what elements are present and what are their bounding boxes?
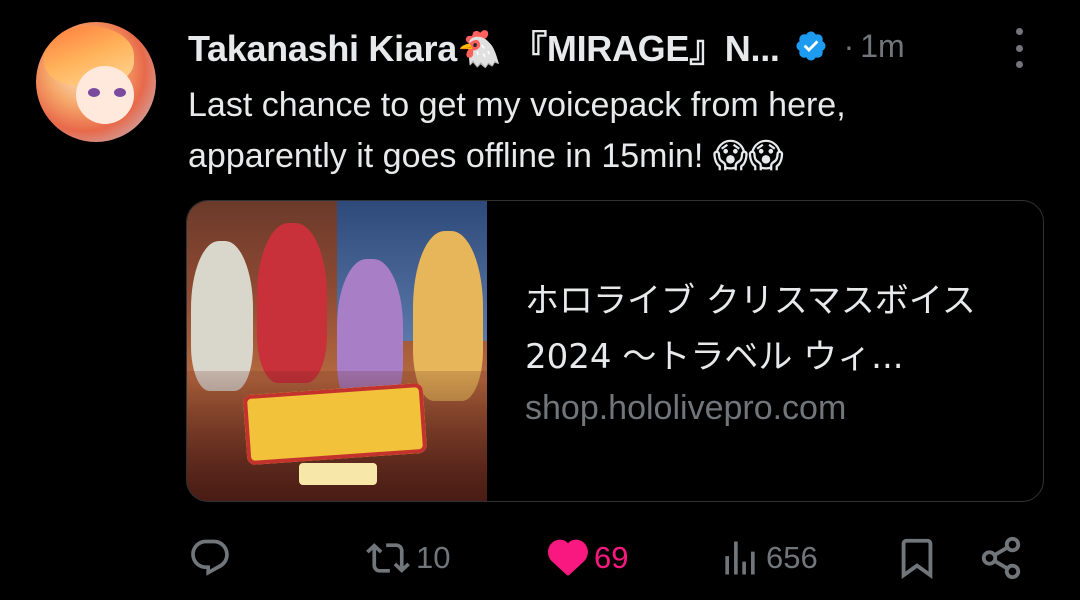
bookmark-button[interactable] [894,530,940,586]
share-icon [981,536,1021,580]
views-icon [725,541,755,575]
like-button[interactable]: 69 [546,530,628,586]
card-title: ホロライブ クリスマスボイス2024 〜トラベル ウィ... [525,281,976,377]
reply-icon [191,539,229,576]
avatar[interactable] [36,22,156,142]
card-thumbnail [187,201,487,501]
action-bar: 10 69 656 [0,530,1080,586]
link-card[interactable]: ホロライブ クリスマスボイス2024 〜トラベル ウィ... shop.holo… [186,200,1044,502]
tweet-text: Last chance to get my voicepack from her… [188,86,846,175]
card-info: ホロライブ クリスマスボイス2024 〜トラベル ウィ... shop.holo… [487,201,1043,501]
views-button[interactable]: 656 [718,530,818,586]
bookmark-icon [901,538,933,579]
author-display-name[interactable]: Takanashi Kiara🐔 『MIRAGE』N... [188,20,780,72]
tweet-header: Takanashi Kiara🐔 『MIRAGE』N... · 1m [188,22,905,70]
separator-dot: · [843,27,855,64]
retweet-button[interactable]: 10 [364,530,450,586]
views-count: 656 [766,540,818,575]
more-icon[interactable] [1006,28,1032,68]
like-icon [548,539,588,576]
reply-button[interactable] [188,530,236,586]
share-button[interactable] [978,530,1024,586]
timestamp[interactable]: 1m [860,28,904,65]
retweet-icon [366,543,410,573]
verified-badge-icon [796,31,826,61]
like-count: 69 [594,540,629,575]
card-domain: shop.hololivepro.com [525,389,847,427]
tweet: Takanashi Kiara🐔 『MIRAGE』N... · 1m Last … [0,0,1080,600]
retweet-count: 10 [416,540,451,575]
